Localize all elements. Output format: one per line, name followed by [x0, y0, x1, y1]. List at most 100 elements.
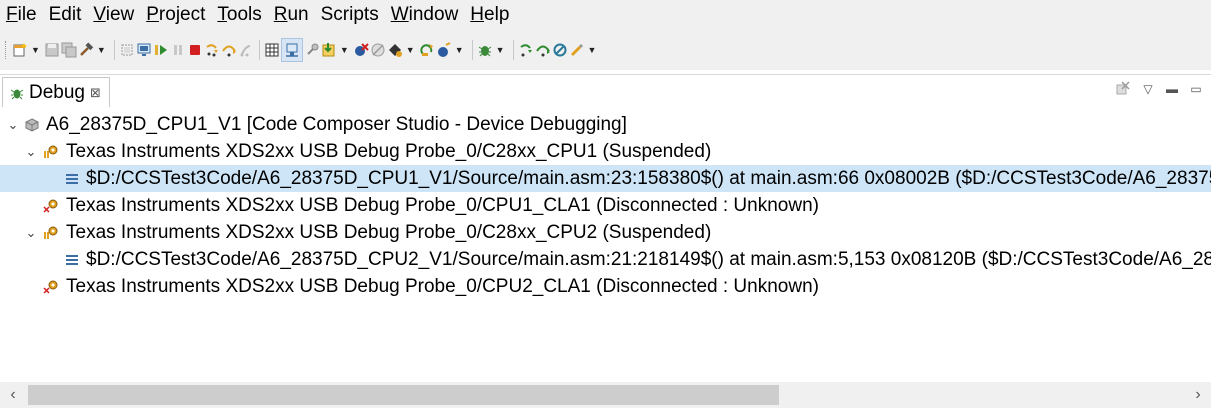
scroll-left-icon[interactable]: ‹ [0, 382, 26, 408]
breakpoint-button[interactable] [353, 38, 369, 62]
restart-button[interactable] [419, 38, 435, 62]
pencil-tool-icon [570, 43, 583, 57]
remove-terminated-icon[interactable] [1115, 81, 1131, 97]
expand-chevron-icon[interactable]: ⌄ [24, 138, 38, 165]
scroll-right-icon[interactable]: › [1185, 382, 1211, 408]
menu-run[interactable]: Run [268, 0, 315, 30]
horizontal-scrollbar[interactable]: ‹ › [0, 382, 1211, 408]
build-dropdown-icon[interactable]: ▼ [97, 45, 106, 55]
tree-label: Texas Instruments XDS2xx USB Debug Probe… [66, 141, 712, 162]
tree-row-cpu1[interactable]: ⌄ Texas Instruments XDS2xx USB Debug Pro… [0, 138, 1211, 165]
assembly-step-over-button[interactable] [535, 38, 551, 62]
menu-file[interactable]: File [0, 0, 43, 30]
stack-frame-icon [66, 174, 78, 184]
menu-project[interactable]: Project [140, 0, 211, 30]
minimize-icon[interactable]: ▬ [1165, 82, 1179, 96]
step-return-button[interactable] [238, 38, 254, 62]
save-all-icon [61, 42, 77, 58]
connect-icon [285, 43, 298, 57]
step-over-icon [222, 45, 236, 57]
debug-monitor-icon [137, 43, 151, 56]
toolbar-grip[interactable] [5, 41, 9, 59]
view-controls: ▽ ▬ ▭ [1115, 81, 1203, 97]
grid-icon [265, 43, 279, 57]
build-button[interactable]: ▼ [78, 38, 109, 62]
new-button[interactable]: ▼ [12, 38, 43, 62]
tree-row-cla1-cpu2[interactable]: Texas Instruments XDS2xx USB Debug Probe… [0, 273, 1211, 300]
save-icon [45, 43, 59, 57]
load-program-icon [322, 43, 335, 57]
tree-row-frame-cpu1[interactable]: $D:/CCSTest3Code/A6_28375D_CPU1_V1/Sourc… [0, 165, 1211, 192]
tab-close-icon[interactable]: ⊠ [90, 85, 101, 101]
menu-edit[interactable]: Edit [43, 0, 88, 30]
new-dropdown-icon[interactable]: ▼ [31, 45, 40, 55]
clean-icon [388, 44, 402, 57]
menu-tools[interactable]: Tools [211, 0, 267, 30]
bug-button[interactable]: ▼ [477, 38, 508, 62]
menu-view[interactable]: View [87, 0, 140, 30]
menu-scripts[interactable]: Scripts [315, 0, 385, 30]
skip-breakpoints-button[interactable] [370, 38, 386, 62]
tree-label: Texas Instruments XDS2xx USB Debug Probe… [66, 195, 819, 216]
memory-grid-button[interactable] [264, 38, 280, 62]
restart-icon [420, 44, 433, 56]
bug-icon [478, 46, 491, 57]
load-program-button[interactable]: ▼ [321, 38, 352, 62]
new-target-config-button[interactable] [119, 38, 135, 62]
expand-chevron-icon[interactable]: ⌄ [24, 219, 38, 246]
menu-help[interactable]: Help [464, 0, 515, 30]
menu-window[interactable]: Window [385, 0, 465, 30]
suspend-button[interactable] [170, 38, 186, 62]
assembly-step-over-icon [535, 45, 550, 57]
tree-row-cpu2[interactable]: ⌄ Texas Instruments XDS2xx USB Debug Pro… [0, 219, 1211, 246]
external-tools-button[interactable]: ▼ [569, 38, 600, 62]
suspended-thread-icon [44, 226, 58, 239]
breakpoint-icon [354, 43, 369, 56]
cube-icon [25, 118, 39, 132]
tree-label: $D:/CCSTest3Code/A6_28375D_CPU2_V1/Sourc… [86, 249, 1211, 270]
toolbar-separator [258, 40, 260, 60]
reset-dropdown-icon[interactable]: ▼ [455, 45, 464, 55]
step-into-button[interactable] [204, 38, 220, 62]
resume-button[interactable] [153, 38, 169, 62]
reset-icon [437, 42, 451, 57]
view-menu-icon[interactable]: ▽ [1141, 82, 1155, 96]
clean-dropdown-icon[interactable]: ▼ [406, 45, 415, 55]
main-toolbar: ▼ ▼ ▼ ▼ ▼ ▼ ▼ [0, 30, 1211, 70]
terminate-button[interactable] [187, 38, 203, 62]
step-return-icon [240, 45, 250, 57]
maximize-icon[interactable]: ▭ [1189, 82, 1203, 96]
suspend-icon [173, 45, 182, 55]
tab-debug[interactable]: Debug ⊠ [2, 77, 110, 107]
menu-bar: File Edit View Project Tools Run Scripts… [0, 0, 1211, 30]
load-program-dropdown-icon[interactable]: ▼ [340, 45, 349, 55]
disconnect-button[interactable] [304, 38, 320, 62]
tree-label: Texas Instruments XDS2xx USB Debug Probe… [66, 276, 819, 297]
toolbar-separator [512, 40, 514, 60]
assembly-step-into-button[interactable] [518, 38, 534, 62]
expand-chevron-icon[interactable]: ⌄ [6, 111, 20, 138]
resume-icon [154, 45, 167, 55]
assembly-step-into-icon [519, 44, 532, 57]
bug-dropdown-icon[interactable]: ▼ [496, 45, 505, 55]
target-config-icon [121, 44, 133, 56]
tree-row-cla1-cpu1[interactable]: Texas Instruments XDS2xx USB Debug Probe… [0, 192, 1211, 219]
save-all-button[interactable] [61, 38, 77, 62]
tree-row-session[interactable]: ⌄ A6_28375D_CPU1_V1 [Code Composer Studi… [0, 111, 1211, 138]
run-to-line-button[interactable] [552, 38, 568, 62]
toolbar-separator [113, 40, 115, 60]
step-into-icon [206, 44, 218, 57]
reset-button[interactable]: ▼ [436, 38, 467, 62]
external-tools-dropdown-icon[interactable]: ▼ [588, 45, 597, 55]
tree-row-frame-cpu2[interactable]: $D:/CCSTest3Code/A6_28375D_CPU2_V1/Sourc… [0, 246, 1211, 273]
debug-view: Debug ⊠ ▽ ▬ ▭ ⌄ A6_28375D_CPU1_V1 [Code … [0, 74, 1211, 409]
hammer-icon [80, 42, 94, 56]
debug-button[interactable] [136, 38, 152, 62]
save-button[interactable] [44, 38, 60, 62]
scrollbar-thumb[interactable] [28, 385, 779, 405]
terminate-icon [189, 45, 200, 55]
step-over-button[interactable] [221, 38, 237, 62]
new-file-icon [13, 43, 27, 57]
clean-button[interactable]: ▼ [387, 38, 418, 62]
connect-target-button[interactable] [280, 38, 303, 62]
